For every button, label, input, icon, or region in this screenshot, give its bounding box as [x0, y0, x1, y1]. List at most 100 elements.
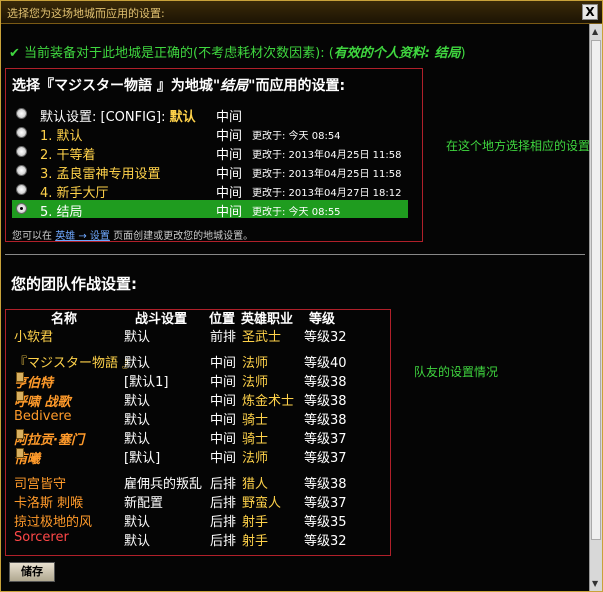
- config-option-modified: 更改于: 今天 08:55: [252, 207, 341, 218]
- member-name[interactable]: Bedivere: [14, 409, 72, 424]
- member-level: 等级38: [304, 477, 347, 492]
- radio-button-selected[interactable]: [16, 203, 27, 214]
- config-option-1[interactable]: 1. 默认 中间 更改于: 今天 08:54: [12, 124, 408, 144]
- vertical-scrollbar[interactable]: ▲ ▼: [589, 24, 602, 591]
- config-title-prefix: 选择『マジスター物語 』为地城": [12, 78, 221, 94]
- member-class: 骑士: [242, 413, 269, 428]
- config-annotation: 在这个地方选择相应的设置: [446, 139, 589, 153]
- table-row: 卡洛斯 刺喉 新配置 后排 野蛮人 等级37: [6, 491, 390, 511]
- radio-button[interactable]: [16, 127, 27, 138]
- member-position: 中间: [210, 451, 237, 466]
- lock-icon: [16, 391, 24, 401]
- config-option-3[interactable]: 3. 孟良雷神专用设置 中间 更改于: 2013年04月25日 11:58: [12, 162, 408, 182]
- member-level: 等级35: [304, 515, 347, 530]
- config-option-label: 4. 新手大厅: [40, 186, 109, 201]
- radio-button[interactable]: [16, 184, 27, 195]
- member-setting: [默认1]: [124, 375, 169, 390]
- check-icon: ✔: [9, 46, 20, 61]
- member-setting: 默认: [124, 330, 151, 345]
- member-class: 炼金术士: [242, 394, 295, 409]
- member-name[interactable]: 小软君: [14, 326, 53, 345]
- table-row: 呼啸 战歌 默认 中间 炼金术士 等级38: [6, 389, 390, 410]
- title-bar: 选择您为这场地城而应用的设置: X: [1, 1, 602, 24]
- member-position: 后排: [210, 515, 237, 530]
- table-row: 司宫皆守 雇佣兵的叛乱 后排 猎人 等级38: [6, 472, 390, 492]
- config-option-label: 默认设置: [CONFIG]: 默认: [40, 106, 196, 125]
- member-name[interactable]: 卡洛斯 刺喉: [14, 492, 83, 511]
- table-row: Sorcerer 默认 后排 射手 等级32: [6, 529, 390, 549]
- member-name[interactable]: 司宫皆守: [14, 473, 66, 492]
- config-option-5[interactable]: 5. 结局 中间 更改于: 今天 08:55: [12, 200, 408, 220]
- config-option-position: 中间: [216, 167, 243, 182]
- member-setting: 默认: [124, 413, 151, 428]
- config-section-title: 选择『マジスター物語 』为地城"结局"而应用的设置:: [12, 75, 345, 95]
- member-name[interactable]: 『マジスター物語 』: [14, 352, 135, 371]
- member-setting: 默认: [124, 534, 151, 549]
- config-option-label: 1. 默认: [40, 129, 83, 144]
- member-setting: 新配置: [124, 496, 164, 511]
- config-option-label: 5. 结局: [40, 205, 83, 220]
- lock-icon: [16, 429, 24, 439]
- hint-suffix: 页面创建或更改您的地城设置。: [109, 231, 254, 242]
- radio-button[interactable]: [16, 165, 27, 176]
- status-profile: 有效的个人资料: 结局: [333, 46, 461, 61]
- member-position: 后排: [210, 496, 237, 511]
- hero-settings-link[interactable]: 英雄 → 设置: [55, 231, 110, 242]
- member-class: 野蛮人: [242, 496, 282, 511]
- member-level: 等级37: [304, 496, 347, 511]
- scroll-down-arrow-icon[interactable]: ▼: [592, 579, 598, 588]
- scrollbar-thumb[interactable]: [591, 40, 601, 540]
- table-row: Bedivere 默认 中间 骑士 等级38: [6, 408, 390, 428]
- member-position: 中间: [210, 356, 237, 371]
- lock-icon: [16, 372, 24, 382]
- settings-dialog: 选择您为这场地城而应用的设置: X ✔ 当前装备对于此地城是正确的(不考虑耗材次…: [0, 0, 603, 592]
- member-setting: 默认: [124, 515, 151, 530]
- config-selection-panel: 选择『マジスター物語 』为地城"结局"而应用的设置: 默认设置: [CONFIG…: [5, 68, 423, 242]
- member-setting: 默认: [124, 432, 151, 447]
- member-position: 后排: [210, 534, 237, 549]
- member-level: 等级40: [304, 356, 347, 371]
- member-class: 射手: [242, 534, 269, 549]
- member-class: 法师: [242, 356, 269, 371]
- save-button[interactable]: 储存: [9, 562, 55, 582]
- config-option-label: 2. 干等着: [40, 148, 96, 163]
- config-option-label: 3. 孟良雷神专用设置: [40, 167, 161, 182]
- hint-prefix: 您可以在: [12, 231, 56, 242]
- table-row: 掠过极地的风 默认 后排 射手 等级35: [6, 510, 390, 530]
- team-annotation: 队友的设置情况: [414, 365, 499, 379]
- divider: [5, 254, 585, 255]
- scroll-up-arrow-icon[interactable]: ▲: [592, 27, 598, 36]
- member-setting: 雇佣兵的叛乱: [124, 477, 203, 492]
- lock-icon: [16, 448, 24, 458]
- member-class: 圣武士: [242, 330, 282, 345]
- member-level: 等级38: [304, 394, 347, 409]
- config-option-default[interactable]: 默认设置: [CONFIG]: 默认 中间: [12, 105, 408, 125]
- config-option-4[interactable]: 4. 新手大厅 中间 更改于: 2013年04月27日 18:12: [12, 181, 408, 201]
- config-option-position: 中间: [216, 148, 243, 163]
- member-name[interactable]: Sorcerer: [14, 530, 69, 545]
- config-option-position: 中间: [216, 110, 243, 125]
- member-class: 骑士: [242, 432, 269, 447]
- member-level: 等级32: [304, 534, 347, 549]
- member-setting: [默认]: [124, 451, 161, 466]
- member-level: 等级38: [304, 375, 347, 390]
- config-option-modified: 更改于: 今天 08:54: [252, 131, 341, 142]
- radio-button[interactable]: [16, 146, 27, 157]
- member-position: 前排: [210, 330, 237, 345]
- table-row: 小软君 默认 前排 圣武士 等级32: [6, 325, 390, 345]
- config-option-position: 中间: [216, 129, 243, 144]
- member-position: 中间: [210, 432, 237, 447]
- table-row: 『マジスター物語 』 默认 中间 法师 等级40: [6, 351, 390, 371]
- member-class: 猎人: [242, 477, 269, 492]
- member-position: 中间: [210, 394, 237, 409]
- config-option-2[interactable]: 2. 干等着 中间 更改于: 2013年04月25日 11:58: [12, 143, 408, 163]
- dialog-content: ✔ 当前装备对于此地城是正确的(不考虑耗材次数因素): (有效的个人资料: 结局…: [1, 24, 589, 591]
- member-name[interactable]: 掠过极地的风: [14, 511, 92, 530]
- table-row: 亨伯特 [默认1] 中间 法师 等级38: [6, 370, 390, 391]
- radio-button[interactable]: [16, 108, 27, 119]
- member-level: 等级37: [304, 432, 347, 447]
- member-class: 射手: [242, 515, 269, 530]
- config-option-modified: 更改于: 2013年04月25日 11:58: [252, 150, 402, 161]
- config-title-suffix: "而应用的设置:: [248, 78, 346, 94]
- close-button[interactable]: X: [582, 4, 598, 20]
